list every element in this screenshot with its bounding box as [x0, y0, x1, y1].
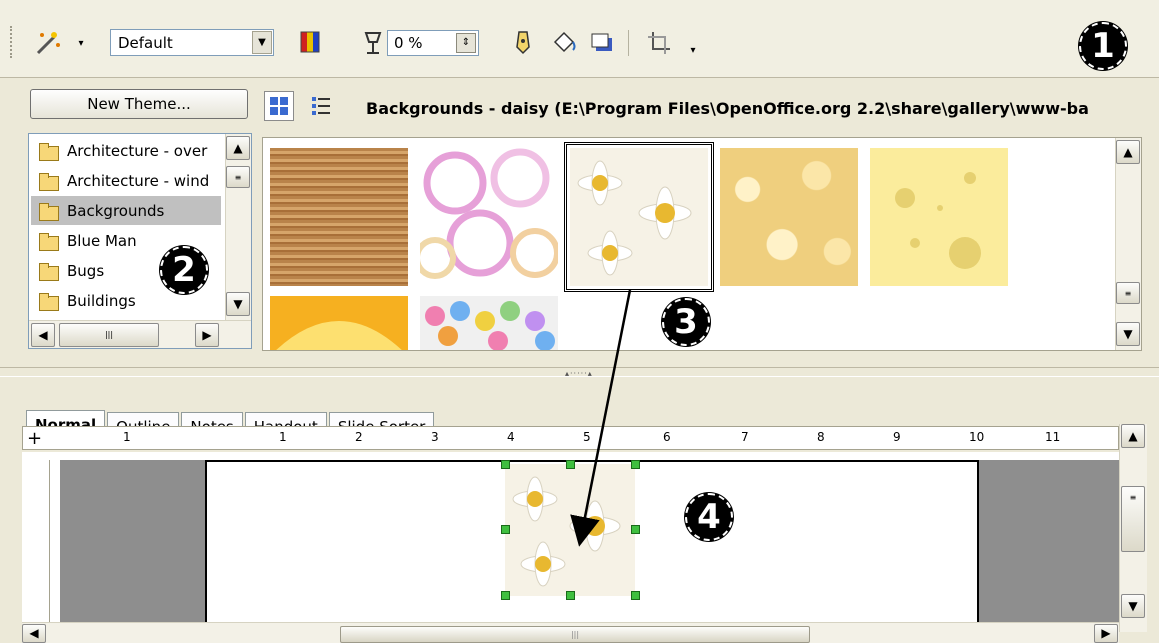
scroll-right-icon[interactable]: ▶ — [1094, 624, 1118, 643]
scroll-down-icon[interactable]: ▼ — [1121, 594, 1145, 618]
scroll-thumb[interactable]: ≡ — [1121, 486, 1145, 552]
drag-arrow — [570, 289, 632, 547]
scroll-left-icon[interactable]: ◀ — [22, 624, 46, 643]
scroll-thumb[interactable]: ||| — [340, 626, 810, 643]
workspace-vscroll[interactable]: ▲ ≡ ▼ — [1119, 424, 1147, 632]
scroll-up-icon[interactable]: ▲ — [1121, 424, 1145, 448]
workspace-hscroll[interactable]: ◀ ||| ▶ — [22, 622, 1119, 643]
